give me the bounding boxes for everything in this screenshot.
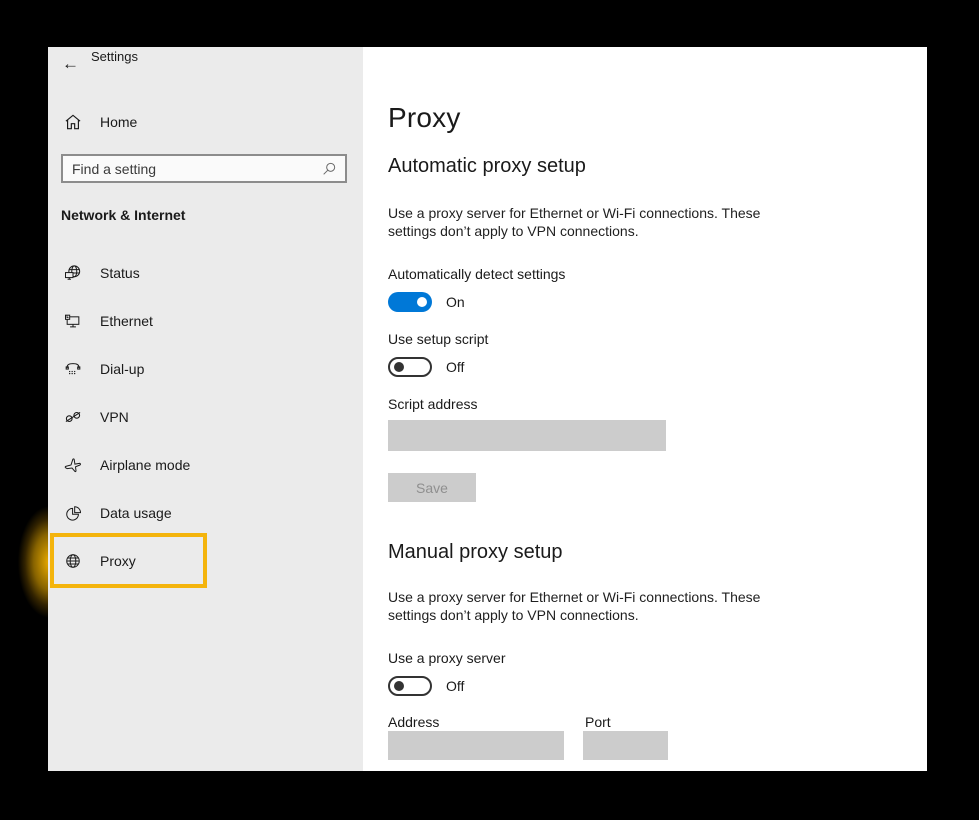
vpn-icon	[63, 407, 83, 427]
setup-script-state: Off	[446, 359, 464, 375]
detect-settings-state: On	[446, 294, 465, 310]
detect-settings-toggle-row: On	[388, 292, 465, 312]
sidebar-section-title: Network & Internet	[61, 207, 185, 223]
address-input[interactable]	[388, 731, 564, 760]
use-proxy-toggle[interactable]	[388, 676, 432, 696]
data-usage-pie-icon	[63, 503, 83, 523]
toggle-knob	[394, 362, 404, 372]
port-input[interactable]	[583, 731, 668, 760]
screenshot-frame: ← Settings Home	[0, 0, 979, 820]
use-proxy-server-label: Use a proxy server	[388, 650, 505, 666]
ethernet-icon	[63, 311, 83, 331]
detect-settings-toggle[interactable]	[388, 292, 432, 312]
sidebar-item-proxy[interactable]: Proxy	[48, 537, 363, 585]
sidebar-item-label: Airplane mode	[100, 457, 190, 473]
back-arrow-icon[interactable]: ←	[62, 55, 79, 72]
automatic-proxy-description: Use a proxy server for Ethernet or Wi-Fi…	[388, 204, 812, 241]
sidebar-item-label: Dial-up	[100, 361, 144, 377]
sidebar-item-label: VPN	[100, 409, 129, 425]
setup-script-label: Use setup script	[388, 331, 488, 347]
settings-window: ← Settings Home	[48, 47, 927, 771]
sidebar-nav: Status Ethernet	[48, 249, 363, 585]
sidebar-item-label: Proxy	[100, 553, 136, 569]
port-label: Port	[585, 714, 611, 730]
automatic-proxy-heading: Automatic proxy setup	[388, 155, 586, 178]
setup-script-toggle-row: Off	[388, 357, 464, 377]
proxy-page: Proxy Automatic proxy setup Use a proxy …	[363, 47, 927, 771]
sidebar-item-dialup[interactable]: Dial-up	[48, 345, 363, 393]
manual-proxy-description: Use a proxy server for Ethernet or Wi-Fi…	[388, 588, 812, 625]
sidebar-item-label: Home	[100, 114, 137, 130]
airplane-icon	[63, 455, 83, 475]
script-address-input[interactable]	[388, 420, 666, 451]
use-proxy-state: Off	[446, 678, 464, 694]
setup-script-toggle[interactable]	[388, 357, 432, 377]
sidebar-item-data-usage[interactable]: Data usage	[48, 489, 363, 537]
detect-settings-label: Automatically detect settings	[388, 266, 565, 282]
toggle-knob	[417, 297, 427, 307]
window-title: Settings	[91, 49, 138, 64]
dialup-phone-icon	[63, 359, 83, 379]
sidebar-item-label: Data usage	[100, 505, 172, 521]
search-box[interactable]	[61, 154, 347, 183]
sidebar-item-vpn[interactable]: VPN	[48, 393, 363, 441]
sidebar-item-status[interactable]: Status	[48, 249, 363, 297]
proxy-globe-icon	[63, 551, 83, 571]
sidebar-item-ethernet[interactable]: Ethernet	[48, 297, 363, 345]
use-proxy-toggle-row: Off	[388, 676, 464, 696]
home-icon	[63, 112, 83, 132]
sidebar: ← Settings Home	[48, 47, 363, 771]
sidebar-item-label: Ethernet	[100, 313, 153, 329]
status-globe-icon	[63, 263, 83, 283]
back-button[interactable]: ←	[62, 55, 79, 72]
script-address-label: Script address	[388, 396, 477, 412]
toggle-knob	[394, 681, 404, 691]
sidebar-item-home[interactable]: Home	[63, 109, 137, 135]
manual-proxy-heading: Manual proxy setup	[388, 541, 563, 564]
page-title: Proxy	[388, 102, 461, 134]
search-icon[interactable]	[321, 161, 337, 177]
sidebar-item-label: Status	[100, 265, 140, 281]
save-button[interactable]: Save	[388, 473, 476, 502]
sidebar-item-airplane-mode[interactable]: Airplane mode	[48, 441, 363, 489]
address-label: Address	[388, 714, 439, 730]
search-input[interactable]	[63, 161, 321, 177]
